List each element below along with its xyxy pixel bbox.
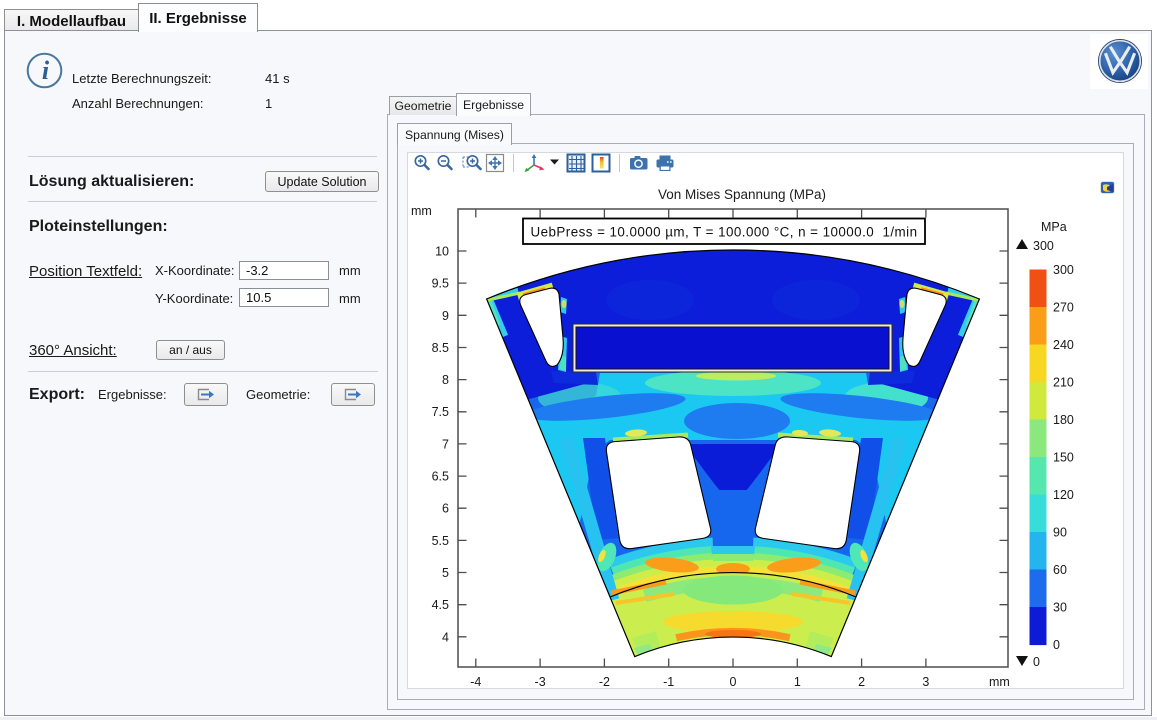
svg-text:6: 6 — [442, 502, 449, 516]
svg-text:MPa: MPa — [1041, 220, 1067, 234]
svg-text:5: 5 — [442, 566, 449, 580]
svg-text:2: 2 — [858, 675, 865, 689]
svg-text:240: 240 — [1053, 338, 1074, 352]
svg-text:60: 60 — [1053, 563, 1067, 577]
svg-text:-1: -1 — [663, 675, 674, 689]
svg-text:1: 1 — [794, 675, 801, 689]
svg-text:30: 30 — [1053, 601, 1067, 615]
svg-text:180: 180 — [1053, 413, 1074, 427]
svg-text:0: 0 — [1053, 638, 1060, 652]
svg-text:270: 270 — [1053, 301, 1074, 315]
svg-text:-4: -4 — [470, 675, 481, 689]
svg-text:4.5: 4.5 — [432, 598, 449, 612]
svg-text:0: 0 — [730, 675, 737, 689]
svg-text:300: 300 — [1033, 239, 1054, 253]
svg-text:90: 90 — [1053, 526, 1067, 540]
svg-text:Von Mises Spannung (MPa): Von Mises Spannung (MPa) — [658, 187, 826, 202]
svg-text:mm: mm — [411, 204, 432, 218]
svg-text:-2: -2 — [599, 675, 610, 689]
svg-text:9.5: 9.5 — [432, 277, 449, 291]
svg-text:150: 150 — [1053, 451, 1074, 465]
svg-text:8: 8 — [442, 373, 449, 387]
svg-text:9: 9 — [442, 309, 449, 323]
svg-text:0: 0 — [1033, 655, 1040, 669]
svg-text:UebPress = 10.0000 µm, T = 100: UebPress = 10.0000 µm, T = 100.000 °C, n… — [531, 225, 918, 240]
svg-text:10: 10 — [435, 245, 449, 259]
svg-text:i: i — [42, 56, 50, 85]
svg-text:6.5: 6.5 — [432, 470, 449, 484]
svg-text:3: 3 — [922, 675, 929, 689]
svg-text:7: 7 — [442, 437, 449, 451]
svg-text:mm: mm — [989, 675, 1010, 689]
svg-text:8.5: 8.5 — [432, 341, 449, 355]
svg-text:300: 300 — [1053, 263, 1074, 277]
svg-text:5.5: 5.5 — [432, 534, 449, 548]
svg-text:120: 120 — [1053, 488, 1074, 502]
svg-text:4: 4 — [442, 630, 449, 644]
svg-text:7.5: 7.5 — [432, 405, 449, 419]
svg-text:-3: -3 — [535, 675, 546, 689]
svg-text:210: 210 — [1053, 376, 1074, 390]
